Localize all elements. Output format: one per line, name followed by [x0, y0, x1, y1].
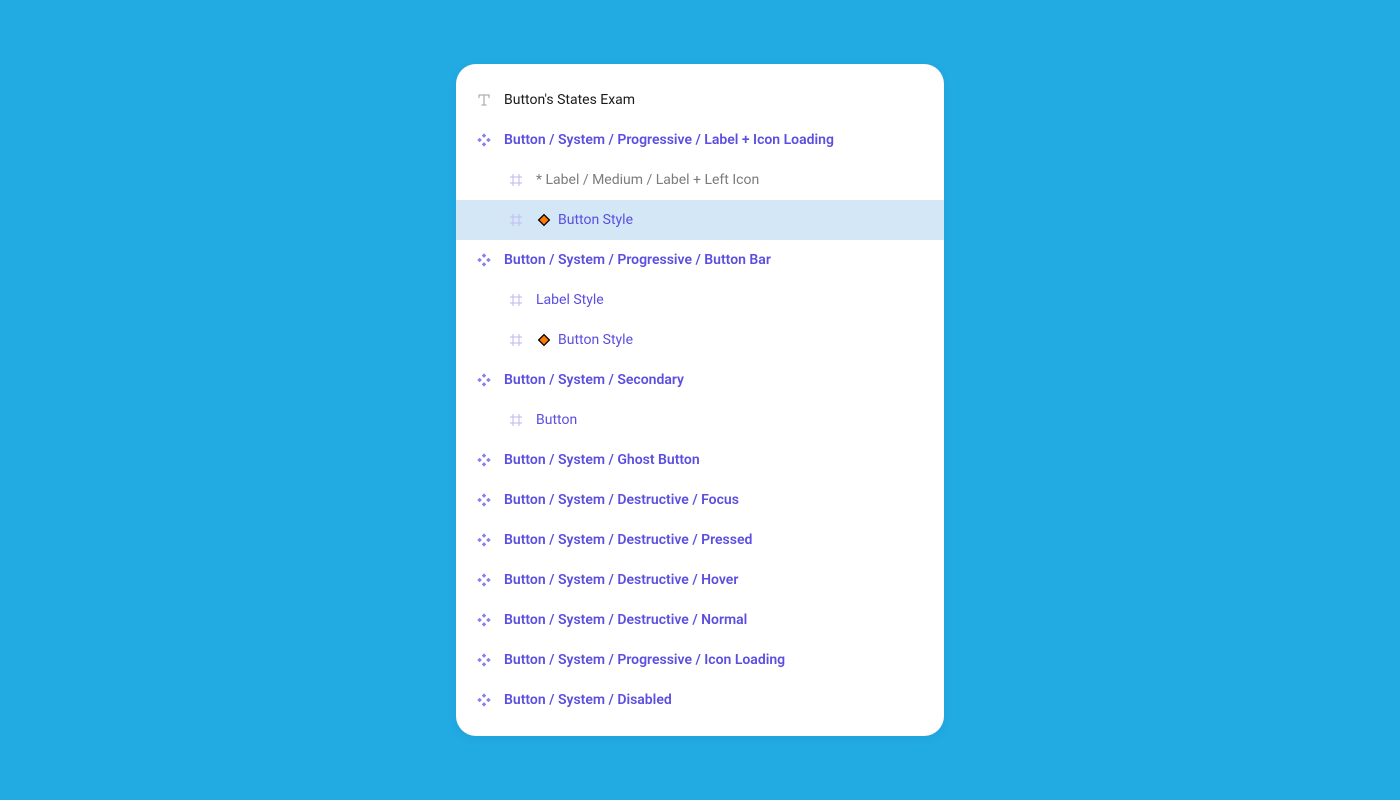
layer-row[interactable]: Button / System / Progressive / Label + … [456, 120, 944, 160]
frame-icon [508, 332, 524, 348]
component-icon [476, 572, 492, 588]
component-icon [476, 132, 492, 148]
component-icon [476, 252, 492, 268]
layer-row[interactable]: Button [456, 400, 944, 440]
layer-label: Button / System / Secondary [504, 373, 684, 387]
layer-label: Button / System / Progressive / Button B… [504, 253, 771, 267]
layer-row[interactable]: Button / System / Destructive / Focus [456, 480, 944, 520]
frame-icon [508, 292, 524, 308]
layer-label: Button [536, 413, 577, 427]
layer-row[interactable]: Button Style [456, 200, 944, 240]
layer-label: Button / System / Ghost Button [504, 453, 700, 467]
frame-icon [508, 412, 524, 428]
diamond-icon [536, 332, 552, 348]
layer-row[interactable]: Button / System / Ghost Button [456, 440, 944, 480]
component-icon [476, 652, 492, 668]
layer-row[interactable]: Button / System / Destructive / Hover [456, 560, 944, 600]
component-icon [476, 492, 492, 508]
layer-label: Button / System / Destructive / Focus [504, 493, 739, 507]
component-icon [476, 372, 492, 388]
layer-row[interactable]: Button / System / Destructive / Pressed [456, 520, 944, 560]
frame-icon [508, 172, 524, 188]
text-icon [476, 92, 492, 108]
layer-label: Button / System / Destructive / Pressed [504, 533, 752, 547]
layer-row[interactable]: Button's States Exam [456, 80, 944, 120]
layer-row[interactable]: Button / System / Progressive / Button B… [456, 240, 944, 280]
diamond-icon [536, 212, 552, 228]
frame-icon [508, 212, 524, 228]
component-icon [476, 612, 492, 628]
layer-row[interactable]: Label Style [456, 280, 944, 320]
layer-label: Button / System / Disabled [504, 693, 672, 707]
layer-row[interactable]: Button / System / Destructive / Normal [456, 600, 944, 640]
layer-label: Button / System / Destructive / Normal [504, 613, 747, 627]
component-icon [476, 452, 492, 468]
layer-row[interactable]: Button Style [456, 320, 944, 360]
layers-panel: Button's States Exam Button / System / Pr… [456, 64, 944, 736]
layer-label: Label Style [536, 293, 604, 307]
layer-row[interactable]: Button / System / Progressive / Icon Loa… [456, 640, 944, 680]
layer-row[interactable]: * Label / Medium / Label + Left Icon [456, 160, 944, 200]
component-icon [476, 692, 492, 708]
layer-label: Button / System / Destructive / Hover [504, 573, 738, 587]
layer-label: * Label / Medium / Label + Left Icon [536, 173, 759, 187]
layer-label: Button Style [558, 213, 633, 227]
layer-label: Button / System / Progressive / Label + … [504, 133, 834, 147]
layer-label: Button / System / Progressive / Icon Loa… [504, 653, 785, 667]
layer-label: Button's States Exam [504, 93, 635, 107]
component-icon [476, 532, 492, 548]
layer-label: Button Style [558, 333, 633, 347]
layer-row[interactable]: Button / System / Disabled [456, 680, 944, 720]
layer-row[interactable]: Button / System / Secondary [456, 360, 944, 400]
